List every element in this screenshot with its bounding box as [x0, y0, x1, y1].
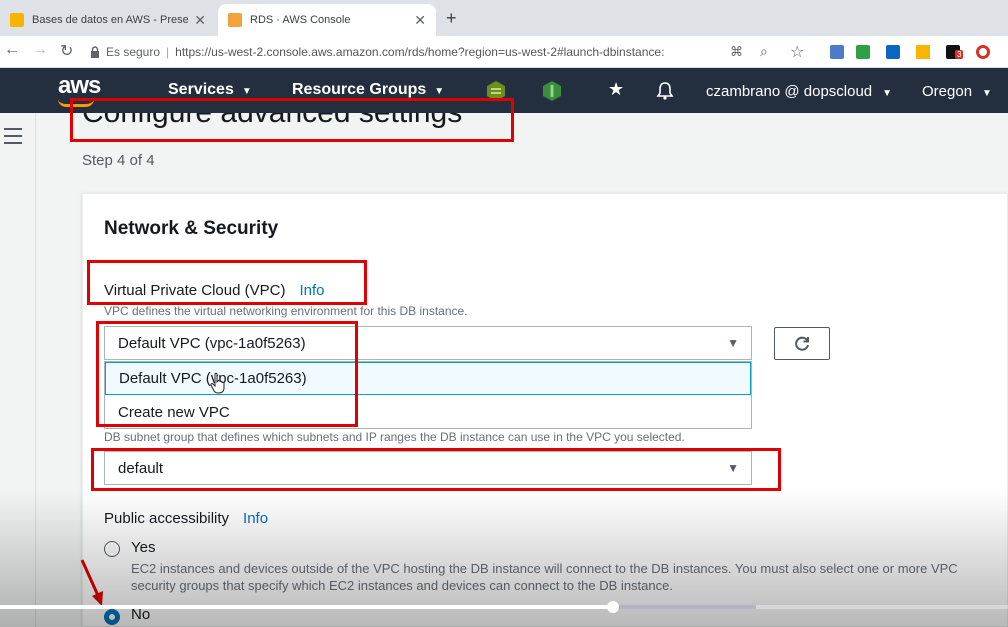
extension-icon[interactable] — [830, 45, 844, 59]
refresh-icon — [795, 336, 809, 351]
aws-favicon-icon — [228, 13, 242, 27]
annotation-box-vpc-options — [96, 321, 358, 427]
public-accessibility-text: Public accessibility — [104, 510, 230, 527]
zoom-icon[interactable]: ⌕ — [760, 43, 768, 60]
refresh-button[interactable] — [774, 327, 830, 360]
forward-icon[interactable]: → — [32, 41, 48, 59]
close-tab-icon[interactable]: ✕ — [194, 12, 206, 29]
annotation-box-heading — [70, 98, 514, 142]
browser-toolbar: ← → ↻ Es seguro | https://us-west-2.cons… — [0, 36, 1008, 68]
step-indicator: Step 4 of 4 — [82, 152, 155, 169]
services-label: Services — [168, 81, 234, 98]
opera-icon[interactable] — [976, 45, 990, 59]
browser-tab-rds[interactable]: RDS · AWS Console ✕ — [218, 4, 436, 36]
public-yes-radio[interactable] — [104, 541, 120, 557]
chevron-down-icon: ▼ — [241, 86, 252, 97]
extension-badge: 3 — [955, 50, 964, 59]
region-label: Oregon — [922, 83, 973, 100]
reload-icon[interactable]: ↻ — [60, 41, 73, 61]
public-no-radio[interactable] — [104, 609, 120, 625]
back-icon[interactable]: ← — [4, 41, 20, 59]
resource-groups-menu[interactable]: Resource Groups ▼ — [292, 81, 444, 99]
new-tab-button[interactable]: + — [446, 8, 457, 29]
subnet-description: DB subnet group that defines which subne… — [104, 430, 685, 444]
public-yes-label: Yes — [131, 539, 156, 556]
chevron-down-icon: ▼ — [434, 86, 445, 97]
public-yes-description: EC2 instances and devices outside of the… — [131, 561, 958, 593]
secure-label: Es seguro — [106, 45, 161, 59]
chevron-down-icon: ▼ — [882, 88, 893, 99]
public-accessibility-label: Public accessibility Info — [104, 510, 268, 527]
slides-favicon-icon — [10, 13, 24, 27]
bookmark-star-icon[interactable]: ☆ — [790, 42, 804, 62]
chevron-down-icon: ▼ — [982, 88, 992, 99]
red-arrow-icon — [80, 559, 103, 606]
services-menu[interactable]: Services ▼ — [168, 81, 252, 99]
browser-tab-slides[interactable]: Bases de datos en AWS - Presen… ✕ — [0, 4, 216, 36]
annotation-box-subnet — [91, 448, 781, 491]
video-progress-bar[interactable] — [0, 605, 613, 609]
user-menu[interactable]: czambrano @ dopscloud ▼ — [706, 83, 892, 100]
region-menu[interactable]: Oregon ▼ — [922, 83, 992, 100]
linkedin-icon[interactable] — [886, 45, 900, 59]
aws-logo[interactable]: aws — [58, 72, 101, 100]
download-extension-icon[interactable] — [856, 45, 870, 59]
translate-icon[interactable]: ⌘ — [730, 44, 743, 60]
pin-icon[interactable]: ★ — [608, 79, 624, 100]
public-info-link[interactable]: Info — [243, 510, 268, 527]
address-bar[interactable]: Es seguro | https://us-west-2.console.aw… — [90, 40, 716, 64]
lock-icon — [91, 46, 99, 58]
close-tab-icon[interactable]: ✕ — [414, 12, 426, 29]
section-title: Network & Security — [104, 218, 279, 239]
resource-groups-label: Resource Groups — [292, 81, 427, 98]
annotation-box-vpc-label — [87, 260, 367, 305]
tab-title: Bases de datos en AWS - Presen… — [32, 14, 189, 26]
hamburger-menu-icon[interactable] — [4, 128, 22, 144]
user-label: czambrano @ dopscloud — [706, 83, 873, 100]
left-sidebar — [0, 113, 36, 627]
vpc-description: VPC defines the virtual networking envir… — [104, 304, 468, 318]
browser-tab-bar: Bases de datos en AWS - Presen… ✕ RDS · … — [0, 0, 1008, 36]
bell-icon[interactable] — [656, 81, 674, 101]
rds-shortcut-icon[interactable] — [542, 80, 562, 102]
video-scrubber-handle[interactable] — [606, 601, 619, 613]
url-text[interactable]: https://us-west-2.console.aws.amazon.com… — [175, 45, 664, 59]
caret-down-icon: ▼ — [727, 336, 739, 350]
divider: | — [166, 45, 170, 59]
tab-title: RDS · AWS Console — [250, 14, 351, 26]
drive-extension-icon[interactable] — [916, 45, 930, 59]
